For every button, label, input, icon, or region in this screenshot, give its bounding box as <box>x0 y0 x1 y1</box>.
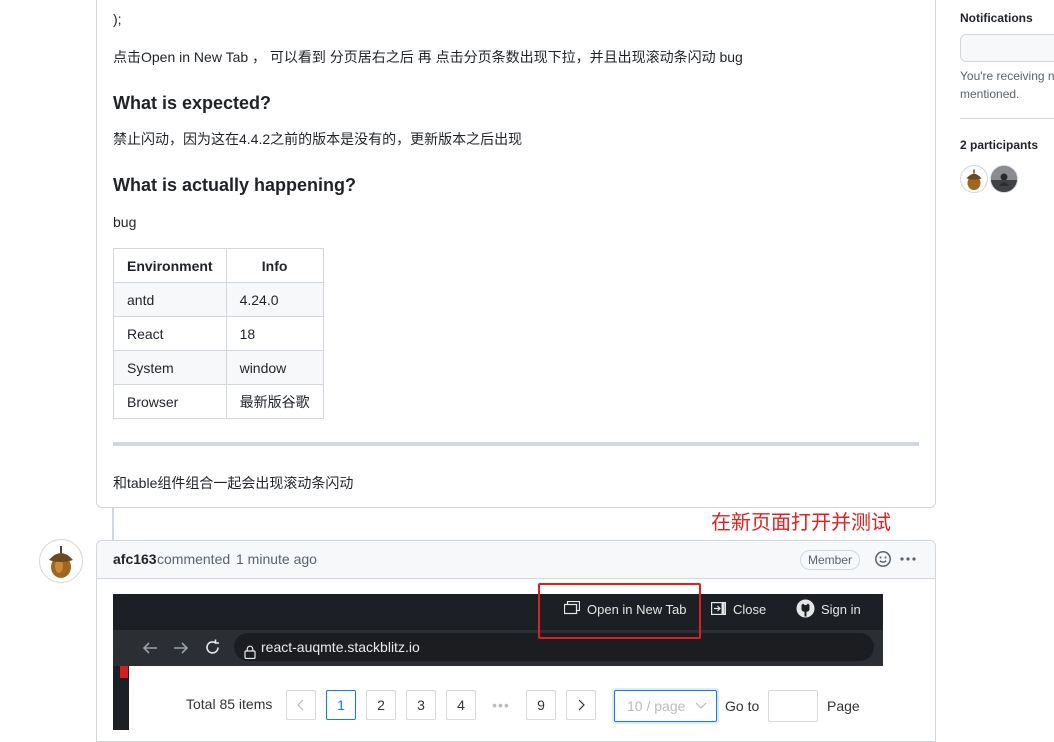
table-cell: React <box>113 316 227 351</box>
table-row: antd 4.24.0 <box>113 282 324 317</box>
comment-options-button[interactable] <box>898 549 918 572</box>
subscribe-button[interactable] <box>960 34 1054 62</box>
table-cell: antd <box>113 282 227 317</box>
page-item-4[interactable]: 4 <box>446 690 476 720</box>
browser-address-bar: react-auqmte.stackblitz.io <box>113 630 883 666</box>
page-ellipsis[interactable]: ••• <box>486 690 516 720</box>
table-header-environment: Environment <box>113 248 227 283</box>
issue-body-card: ) ); 点击Open in New Tab ， 可以看到 分页居右之后 再 点… <box>96 0 936 508</box>
prev-page-button[interactable] <box>286 690 316 720</box>
chevron-right-icon <box>578 699 585 711</box>
participant-avatar-2[interactable] <box>990 165 1018 193</box>
page-item-9[interactable]: 9 <box>526 690 556 720</box>
comment-header: afc163 commented 1 minute ago Member <box>97 541 935 579</box>
footer-text: 和table组件组合一起会出现滚动条闪动 <box>113 475 354 491</box>
acorn-icon <box>49 546 73 578</box>
close-panel-icon <box>711 602 727 618</box>
annotation-highlight-box <box>538 583 701 639</box>
table-cell: window <box>225 350 324 385</box>
table-cell: 18 <box>225 316 324 351</box>
page-item-1[interactable]: 1 <box>326 690 356 720</box>
table-header-row: Environment Info <box>113 248 324 283</box>
table-row: System window <box>113 350 324 385</box>
reload-icon[interactable] <box>203 638 222 660</box>
page-item-3[interactable]: 3 <box>406 690 436 720</box>
error-marker <box>120 666 128 678</box>
annotation-text: 在新页面打开并测试 <box>711 512 891 534</box>
smiley-icon <box>875 551 891 567</box>
horizontal-rule <box>113 442 919 446</box>
goto-page-input[interactable] <box>768 690 818 722</box>
table-row: Browser 最新版谷歌 <box>113 384 324 419</box>
chevron-left-icon <box>297 699 304 711</box>
page-size-value: 10 / page <box>627 698 686 714</box>
github-icon <box>796 599 815 621</box>
repro-text: 点击Open in New Tab ， 可以看到 分页居右之后 再 点击分页条数… <box>113 49 743 65</box>
stackblitz-toolbar: Open in New Tab Close Sign in <box>113 594 883 630</box>
member-badge: Member <box>800 550 861 570</box>
commenter-avatar[interactable] <box>39 539 83 583</box>
table-cell: 4.24.0 <box>225 282 324 317</box>
forward-arrow-icon[interactable] <box>172 639 190 660</box>
person-icon <box>991 166 1017 192</box>
code-tail-line-2: ); <box>113 11 122 27</box>
comment-time[interactable]: 1 minute ago <box>236 551 317 567</box>
acorn-icon <box>966 169 982 190</box>
notifications-text-1: You're receiving n <box>960 69 1054 83</box>
comment-author[interactable]: afc163 <box>113 551 157 567</box>
expected-heading: What is expected? <box>113 93 272 113</box>
pagination-total: Total 85 items <box>186 696 273 712</box>
actual-text: bug <box>113 214 137 230</box>
page-item-2[interactable]: 2 <box>366 690 396 720</box>
table-header-info: Info <box>225 248 324 283</box>
participants-label: 2 participants <box>960 138 1039 152</box>
actual-heading: What is actually happening? <box>113 175 357 195</box>
page-size-select[interactable]: 10 / page <box>614 690 717 722</box>
table-cell: System <box>113 350 227 385</box>
comment-screenshot: Open in New Tab Close Sign in react-auqm… <box>113 594 883 730</box>
participant-avatar-1[interactable] <box>960 165 988 193</box>
url-text: react-auqmte.stackblitz.io <box>261 639 420 655</box>
back-arrow-icon[interactable] <box>141 639 159 660</box>
timeline-connector <box>112 507 114 541</box>
page-label: Page <box>827 698 860 714</box>
sign-in-button[interactable]: Sign in <box>821 602 861 618</box>
table-cell: 最新版谷歌 <box>225 384 324 419</box>
next-page-button[interactable] <box>566 690 596 720</box>
table-cell: Browser <box>113 384 227 419</box>
chevron-down-icon <box>695 702 707 709</box>
table-row: React 18 <box>113 316 324 351</box>
reaction-button[interactable] <box>874 550 892 571</box>
lock-icon <box>244 640 256 668</box>
goto-label: Go to <box>725 698 760 714</box>
comment-action: commented <box>157 551 231 567</box>
expected-text: 禁止闪动，因为这在4.4.2之前的版本是没有的，更新版本之后出现 <box>113 131 523 147</box>
notifications-text-2: mentioned. <box>960 87 1020 101</box>
kebab-horizontal-icon <box>900 557 916 561</box>
sidebar-divider <box>960 118 1054 119</box>
environment-table: Environment Info antd 4.24.0 React 18 Sy… <box>113 248 324 419</box>
close-button[interactable]: Close <box>733 602 766 618</box>
notifications-label: Notifications <box>960 11 1033 25</box>
